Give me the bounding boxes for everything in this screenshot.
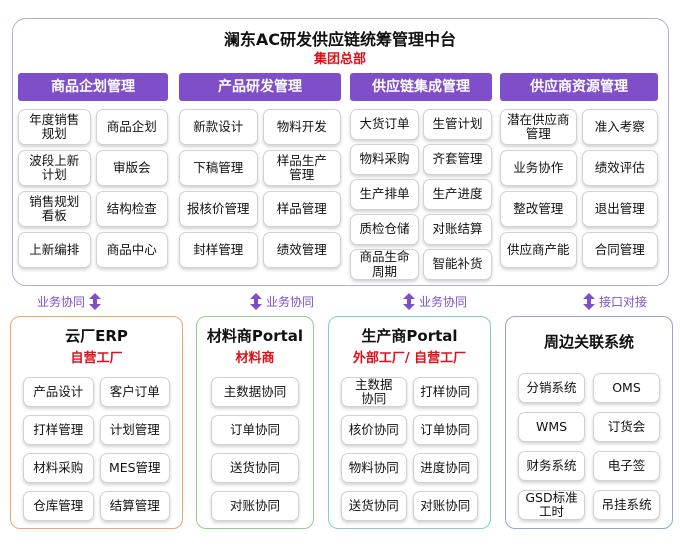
system-manufacturer-portal: 生产商Portal 外部工厂/ 自营工厂 主数据 协同 打样协同 核价协同 订单… (328, 316, 491, 529)
system-module: 打样协同 (412, 377, 478, 407)
connector-business-collab-2: 业务协同 (250, 293, 314, 310)
column-header: 商品企划管理 (18, 73, 168, 101)
system-subtitle: 材料商 (235, 351, 275, 366)
connector-label: 接口对接 (599, 295, 648, 309)
column-supply-chain: 供应链集成管理 大货订单 生管计划 物料采购 齐套管理 生产排单 生产进度 质检… (350, 73, 492, 280)
module-box: 齐套管理 (423, 144, 492, 175)
system-subtitle: 外部工厂/ 自营工厂 (352, 351, 467, 366)
module-box: 商品生命 周期 (350, 249, 419, 280)
module-box: 结构检查 (95, 191, 168, 227)
double-arrow-icon (403, 293, 415, 310)
double-arrow-icon (583, 293, 595, 310)
page-subtitle: 集团总部 (313, 52, 366, 67)
system-module: GSD标准 工时 (518, 490, 585, 520)
module-box: 生管计划 (423, 109, 492, 140)
system-module: 订单协同 (412, 415, 478, 445)
system-module: 产品设计 (23, 377, 94, 407)
system-title: 材料商Portal (206, 327, 304, 345)
column-supplier-resources: 供应商资源管理 潜在供应商 管理 准入考察 业务协作 绩效评估 整改管理 退出管… (500, 73, 658, 268)
module-box: 绩效评估 (581, 150, 658, 186)
system-cloud-erp: 云厂ERP 自营工厂 产品设计 客户订单 打样管理 计划管理 材料采购 MES管… (10, 316, 183, 529)
system-module: OMS (593, 373, 660, 403)
module-box: 物料采购 (350, 144, 419, 175)
module-box: 生产进度 (423, 179, 492, 210)
system-module: 电子签 (593, 451, 660, 481)
module-box: 年度销售 规划 (18, 109, 91, 145)
system-module: 客户订单 (99, 377, 170, 407)
column-header: 产品研发管理 (179, 73, 341, 101)
module-box: 波段上新 计划 (18, 150, 91, 186)
connector-business-collab-3: 业务协同 (403, 293, 467, 310)
system-module: 财务系统 (518, 451, 585, 481)
column-product-rnd: 产品研发管理 新款设计 物料开发 下稿管理 样品生产 管理 报核价管理 样品管理… (179, 73, 341, 268)
system-module: 计划管理 (99, 415, 170, 445)
module-box: 潜在供应商 管理 (500, 109, 577, 145)
system-module: WMS (518, 412, 585, 442)
system-material-portal: 材料商Portal 材料商 主数据协同 订单协同 送货协同 对账协同 (196, 316, 314, 529)
system-module: MES管理 (99, 453, 170, 483)
module-box: 绩效管理 (262, 232, 341, 268)
module-box: 新款设计 (179, 109, 258, 145)
module-box: 样品生产 管理 (262, 150, 341, 186)
column-product-planning: 商品企划管理 年度销售 规划 商品企划 波段上新 计划 审版会 销售规划 看板 … (18, 73, 168, 268)
module-box: 供应商产能 (500, 232, 577, 268)
double-arrow-icon (89, 293, 102, 310)
system-module: 吊挂系统 (593, 490, 660, 520)
system-title: 生产商Portal (361, 327, 458, 345)
module-box: 退出管理 (581, 191, 658, 227)
module-box: 业务协作 (500, 150, 577, 186)
module-box: 商品企划 (95, 109, 168, 145)
page-title: 澜东AC研发供应链统筹管理中台 (223, 30, 457, 49)
system-module: 打样管理 (23, 415, 94, 445)
connector-label: 业务协同 (419, 295, 468, 309)
system-peripheral: 周边关联系统 分销系统 OMS WMS 订货会 财务系统 电子签 GSD标准 工… (505, 316, 673, 529)
module-box: 准入考察 (581, 109, 658, 145)
module-box: 上新编排 (18, 232, 91, 268)
module-box: 样品管理 (262, 191, 341, 227)
system-subtitle: 自营工厂 (70, 351, 123, 366)
connector-interface: 接口对接 (583, 293, 647, 310)
module-box: 大货订单 (350, 109, 419, 140)
system-module: 物料协同 (341, 453, 407, 483)
system-title: 云厂ERP (65, 327, 128, 345)
module-box: 整改管理 (500, 191, 577, 227)
connector-business-collab-1: 业务协同 (37, 293, 102, 310)
module-box: 合同管理 (581, 232, 658, 268)
system-module: 送货协同 (211, 453, 299, 483)
system-module: 主数据 协同 (341, 377, 407, 407)
system-module: 仓库管理 (23, 491, 94, 521)
connector-label: 业务协同 (37, 295, 86, 309)
system-module: 材料采购 (23, 453, 94, 483)
system-module: 结算管理 (99, 491, 170, 521)
system-module: 订货会 (593, 412, 660, 442)
module-box: 下稿管理 (179, 150, 258, 186)
system-module: 核价协同 (341, 415, 407, 445)
module-box: 商品中心 (95, 232, 168, 268)
module-box: 报核价管理 (179, 191, 258, 227)
module-box: 审版会 (95, 150, 168, 186)
system-module: 进度协同 (412, 453, 478, 483)
column-header: 供应商资源管理 (500, 73, 658, 101)
system-module: 对账协同 (412, 491, 478, 521)
module-box: 生产排单 (350, 179, 419, 210)
double-arrow-icon (250, 293, 262, 310)
system-module: 对账协同 (211, 491, 299, 521)
column-header: 供应链集成管理 (350, 73, 492, 101)
module-box: 智能补货 (423, 249, 492, 280)
connector-label: 业务协同 (266, 295, 315, 309)
module-box: 对账结算 (423, 214, 492, 245)
system-module: 送货协同 (341, 491, 407, 521)
module-box: 物料开发 (262, 109, 341, 145)
system-title: 周边关联系统 (543, 333, 634, 351)
module-box: 销售规划 看板 (18, 191, 91, 227)
system-module: 订单协同 (211, 415, 299, 445)
system-module: 分销系统 (518, 373, 585, 403)
module-box: 质检仓储 (350, 214, 419, 245)
module-box: 封样管理 (179, 232, 258, 268)
system-module: 主数据协同 (211, 377, 299, 407)
